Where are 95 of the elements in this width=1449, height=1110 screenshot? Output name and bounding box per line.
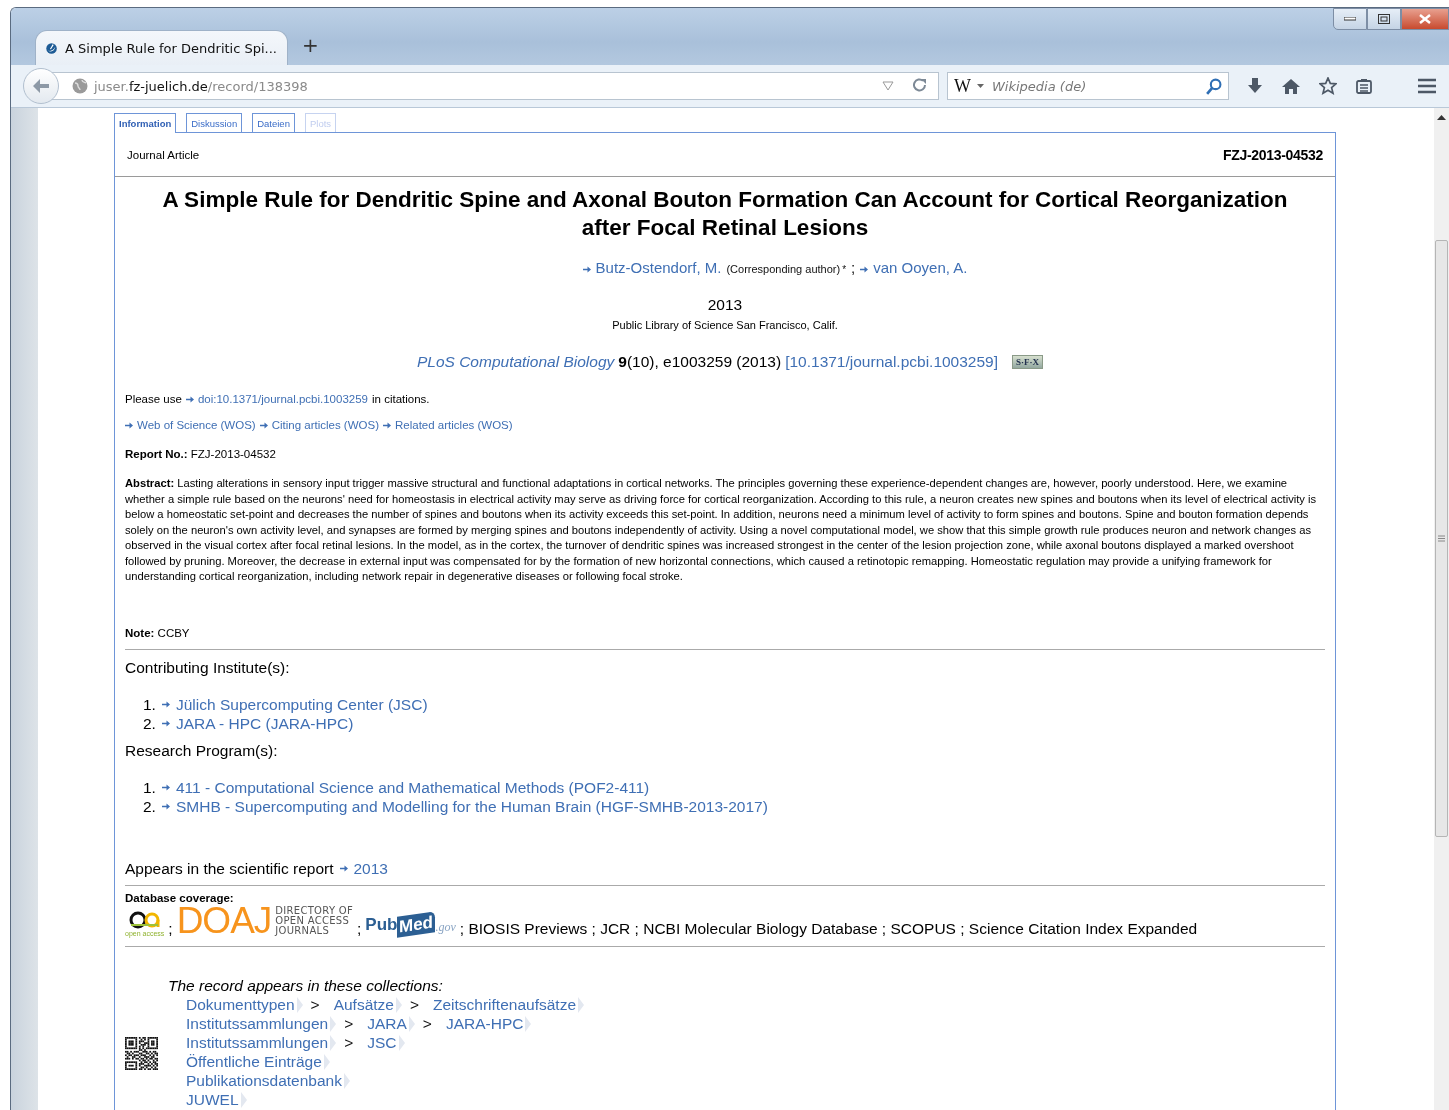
report-number: Report No.: FZJ-2013-04532 bbox=[125, 448, 277, 460]
back-button[interactable] bbox=[23, 68, 59, 104]
record-tab[interactable]: Diskussion bbox=[186, 113, 243, 132]
arrow-icon bbox=[162, 783, 170, 791]
collection-link[interactable]: Öffentliche Einträge bbox=[186, 1051, 330, 1071]
collection-link[interactable]: Institutssammlungen bbox=[186, 1013, 337, 1033]
arrow-icon bbox=[582, 266, 591, 273]
label-text: Appears in the scientific report bbox=[125, 859, 334, 878]
institute-link[interactable]: JARA - HPC (JARA-HPC) bbox=[176, 713, 354, 733]
section-heading: Research Program(s): bbox=[125, 741, 279, 760]
citation-text: 9(10), e1003259 (2013) bbox=[618, 353, 782, 371]
collection-link[interactable]: Aufsätze bbox=[333, 994, 402, 1014]
separator-text: ; bbox=[851, 259, 856, 276]
separator-text: ; bbox=[168, 919, 173, 938]
collections-heading: The record appears in these collections: bbox=[168, 976, 444, 995]
record-type: Journal Article bbox=[127, 148, 200, 161]
record-tab[interactable]: Information bbox=[114, 113, 177, 133]
label-text: Please use bbox=[125, 393, 182, 405]
institute-link[interactable]: Jülich Supercomputing Center (JSC) bbox=[176, 694, 428, 714]
label-text: in citations. bbox=[372, 393, 430, 405]
collection-link[interactable]: JSC bbox=[367, 1032, 405, 1052]
new-tab-button[interactable]: + bbox=[298, 33, 323, 57]
author-link[interactable]: van Ooyen, A. bbox=[873, 259, 968, 276]
doi-link[interactable]: doi:10.1371/journal.pcbi.1003259 bbox=[197, 393, 368, 405]
collection-link[interactable]: JARA bbox=[367, 1013, 415, 1033]
collection-link[interactable]: Dokumenttypen bbox=[186, 994, 303, 1014]
wos-link[interactable]: Related articles (WOS) bbox=[395, 419, 513, 431]
author-role: (Corresponding author) bbox=[726, 263, 841, 275]
program-link[interactable]: SMHB - Supercomputing and Modelling for the Human Brain (HGF-SMHB-2013-2017) bbox=[176, 796, 768, 816]
wos-link[interactable]: Citing articles (WOS) bbox=[271, 419, 379, 431]
collection-link[interactable]: JARA-HPC bbox=[445, 1013, 532, 1033]
sfx-button[interactable]: S·F·X bbox=[1012, 355, 1044, 369]
list-number: 1. bbox=[143, 777, 156, 797]
maximize-button[interactable] bbox=[1367, 8, 1401, 30]
record-id: FZJ-2013-04532 bbox=[1222, 146, 1323, 163]
browser-tab[interactable]: A Simple Rule for Dendritic Spi... bbox=[35, 30, 288, 65]
doi-link[interactable]: [10.1371/journal.pcbi.1003259] bbox=[785, 353, 999, 371]
download-icon[interactable] bbox=[1247, 78, 1263, 94]
home-icon[interactable] bbox=[1282, 78, 1300, 94]
caret-icon bbox=[977, 84, 984, 88]
separator-text: > bbox=[343, 1032, 355, 1052]
separator-text: > bbox=[421, 1013, 433, 1033]
search-engine-button[interactable]: W bbox=[954, 75, 971, 97]
scrollbar-thumb[interactable] bbox=[1435, 240, 1448, 837]
report-year-link[interactable]: 2013 bbox=[353, 859, 388, 878]
separator-text: > bbox=[309, 994, 321, 1014]
arrow-icon bbox=[162, 802, 170, 810]
pubmed-logo: Pub Med .gov bbox=[365, 913, 456, 935]
note-text: Note: CCBY bbox=[125, 626, 1325, 650]
qr-code-icon bbox=[125, 1037, 158, 1070]
publisher: Public Library of Science San Francisco, Calif. bbox=[611, 319, 839, 331]
separator-text: > bbox=[408, 994, 420, 1014]
wos-link[interactable]: Web of Science (WOS) bbox=[137, 419, 256, 431]
arrow-icon bbox=[125, 421, 133, 429]
close-icon bbox=[1419, 14, 1431, 24]
arrow-icon bbox=[185, 395, 194, 403]
abstract-text: Abstract: Lasting alterations in sensory input trigger massive structural and functional adaptations in cortical networks. The principles governing these experience-dependent changes are, however, poorly understood. Here, we examine whether a simple rule based on the neurons' need for homeostasis in electrical activity may serve as driving force for cortical reorganization. According to this rule, a neuron creates new spines and boutons when its level of electrical activity is below a homeostatic set-point and decreases the number of spines and boutons when its activity exceeds this set-point. In addition, neurons need a minimum level of activity to form spines and boutons. Spine and bouton formation depends solely on the neuron's own activity level, and synapses are formed by merging spines and boutons independently of activity. Using a novel computational model, we show that this simple growth rule produces neuron and network changes as observed in the visual cortex after focal retinal lesions. In the model, as in the cortex, the turnover of dendritic spines was increased strongest in the center of the lesion projection zone, while axonal boutons displayed a marked overshoot followed by pruning. Moreover, the decrease in external input was compensated for by the formation of new horizontal connections, which caused a retinotopic remapping. Homeostatic regulation may provide a unifying framework for understanding cortical reorganization, including network repair in degenerative diseases or following focal stroke. bbox=[125, 476, 1318, 584]
collection-link[interactable]: Zeitschriftenaufsätze bbox=[433, 994, 584, 1014]
globe-icon bbox=[72, 78, 88, 94]
list-number: 1. bbox=[143, 694, 156, 714]
record-tab[interactable]: Dateien bbox=[252, 113, 295, 132]
minimize-icon bbox=[1344, 17, 1356, 21]
coverage-label: Database coverage: bbox=[125, 891, 235, 904]
arrow-icon bbox=[162, 700, 170, 708]
reload-icon[interactable] bbox=[912, 78, 928, 94]
arrow-icon bbox=[259, 421, 268, 429]
search-icon[interactable] bbox=[1205, 77, 1222, 95]
separator-text: ; bbox=[357, 919, 362, 938]
footnote-mark: * bbox=[842, 264, 847, 275]
separator-text: > bbox=[343, 1013, 355, 1033]
menu-icon[interactable] bbox=[1418, 78, 1436, 94]
arrow-icon bbox=[383, 421, 391, 429]
list-number: 2. bbox=[143, 796, 156, 816]
publication-year: 2013 bbox=[706, 296, 744, 314]
star-icon[interactable] bbox=[1319, 77, 1337, 95]
collection-link[interactable]: Publikationsdatenbank bbox=[186, 1070, 350, 1090]
article-title: A Simple Rule for Dendritic Spine and Axonal Bouton Formation Can Account for Cortical Reorganization after Focal Retinal Lesions bbox=[161, 186, 1289, 242]
close-button[interactable] bbox=[1401, 8, 1449, 30]
collection-link[interactable]: JUWEL bbox=[186, 1089, 247, 1109]
clipboard-icon[interactable] bbox=[1356, 78, 1372, 94]
back-arrow-icon bbox=[32, 78, 50, 94]
list-number: 2. bbox=[143, 713, 156, 733]
restore-icon bbox=[1378, 14, 1390, 24]
scroll-up-icon[interactable] bbox=[1435, 112, 1448, 122]
search-bar[interactable]: W Wikipedia (de) bbox=[947, 72, 1229, 100]
arrow-icon bbox=[162, 719, 170, 727]
arrow-icon bbox=[860, 266, 869, 273]
collection-link[interactable]: Institutssammlungen bbox=[186, 1032, 337, 1052]
database-list: ; BIOSIS Previews ; JCR ; NCBI Molecular Biology Database ; SCOPUS ; Science Citation Index Expanded bbox=[459, 919, 1198, 938]
journal-link[interactable]: PLoS Computational Biology bbox=[416, 353, 615, 371]
program-link[interactable]: 411 - Computational Science and Mathematical Methods (POF2-411) bbox=[176, 777, 650, 797]
section-heading: Contributing Institute(s): bbox=[125, 658, 291, 677]
author-link[interactable]: Butz-Ostendorf, M. bbox=[595, 259, 722, 276]
arrow-icon bbox=[339, 865, 348, 872]
dropdown-icon[interactable] bbox=[882, 80, 894, 92]
